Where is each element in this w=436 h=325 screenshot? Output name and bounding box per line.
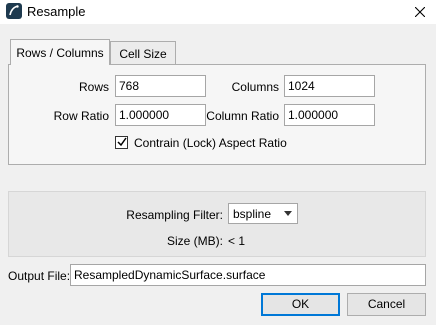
cancel-button[interactable]: Cancel <box>347 293 426 316</box>
columns-input[interactable]: 1024 <box>284 75 375 97</box>
close-button[interactable] <box>404 0 436 24</box>
close-icon <box>415 7 425 17</box>
columns-label: Columns <box>231 80 279 94</box>
row-ratio-label: Row Ratio <box>53 109 109 123</box>
tab-label: Rows / Columns <box>16 46 104 60</box>
app-icon <box>6 3 22 19</box>
resampling-filter-select[interactable]: bspline <box>228 203 298 224</box>
column-ratio-label: Column Ratio <box>206 109 279 123</box>
checkmark-icon <box>117 137 127 147</box>
tab-cell-size[interactable]: Cell Size <box>110 41 176 65</box>
resampling-filter-label: Resampling Filter: <box>126 208 223 222</box>
tab-rows-columns[interactable]: Rows / Columns <box>10 39 110 65</box>
size-label: Size (MB): <box>166 234 223 248</box>
size-value: < 1 <box>228 234 246 248</box>
output-file-input[interactable]: ResampledDynamicSurface.surface <box>70 264 426 286</box>
output-file-label: Output File: <box>8 269 71 283</box>
rows-label: Rows <box>78 80 109 94</box>
row-ratio-input[interactable]: 1.000000 <box>115 104 206 126</box>
chevron-down-icon <box>284 211 292 216</box>
ok-button[interactable]: OK <box>261 293 340 316</box>
rows-input[interactable]: 768 <box>115 75 206 97</box>
resampling-filter-value: bspline <box>233 207 272 221</box>
lock-aspect-label: Contrain (Lock) Aspect Ratio <box>134 136 287 150</box>
window-title: Resample <box>27 4 86 19</box>
lock-aspect-checkbox[interactable] <box>115 136 128 149</box>
title-bar: Resample <box>0 0 436 24</box>
tab-label: Cell Size <box>119 47 167 61</box>
column-ratio-input[interactable]: 1.000000 <box>284 104 375 126</box>
